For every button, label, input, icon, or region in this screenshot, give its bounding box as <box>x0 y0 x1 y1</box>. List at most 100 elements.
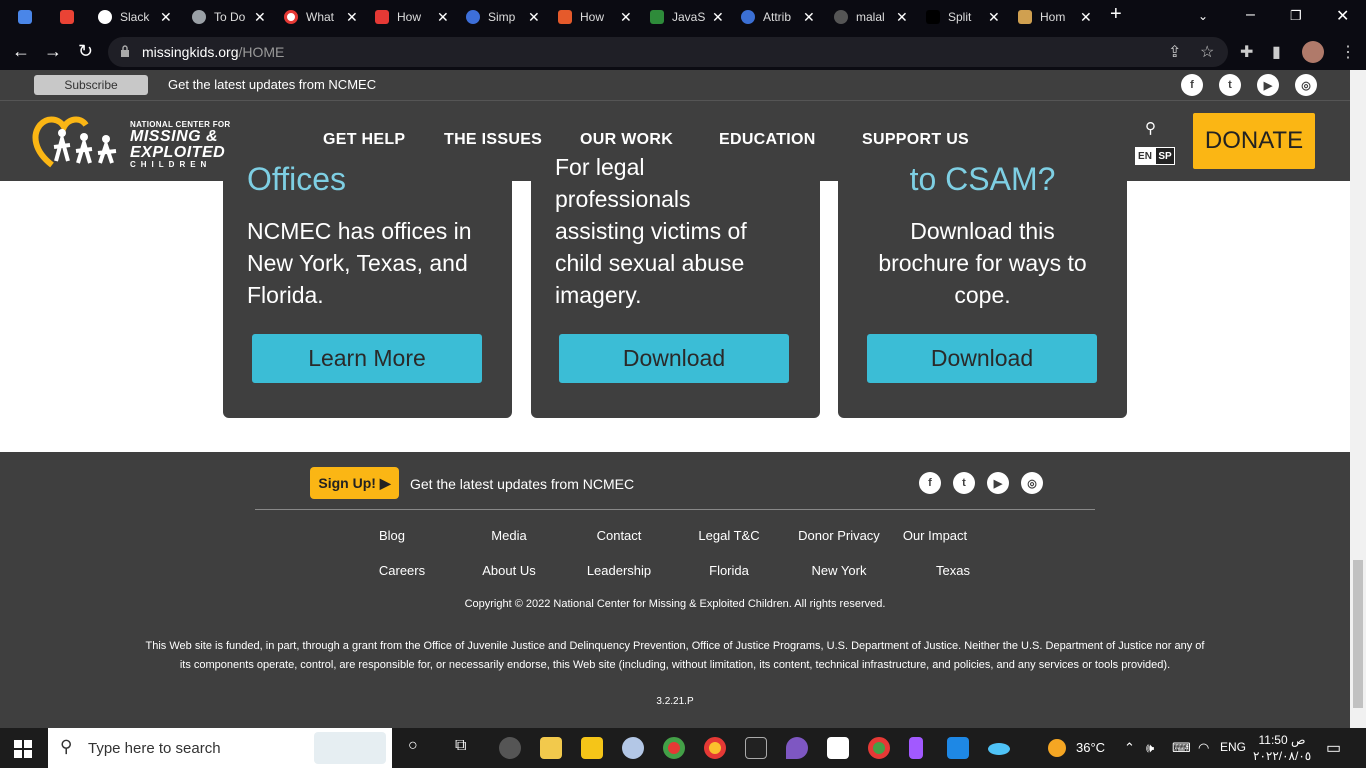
close-icon[interactable]: ✕ <box>160 9 172 26</box>
footer-link-our-impact[interactable]: Our Impact <box>885 528 985 543</box>
footer-link-new-york[interactable]: New York <box>789 563 889 578</box>
subscribe-button[interactable]: Subscribe <box>34 75 148 95</box>
nav-get-help[interactable]: GET HELP <box>323 131 405 149</box>
notifications-icon[interactable]: ▭ <box>1326 738 1341 758</box>
footer-link-blog[interactable]: Blog <box>342 528 442 543</box>
browser-tab[interactable]: JavaS ✕ <box>642 4 724 30</box>
donate-button[interactable]: DONATE <box>1193 113 1315 169</box>
footer-link-careers[interactable]: Careers <box>352 563 452 578</box>
twitter-icon[interactable]: t <box>1219 74 1241 96</box>
facebook-icon[interactable]: f <box>919 472 941 494</box>
drop-app-icon[interactable] <box>786 737 808 759</box>
browser-tab[interactable]: What ✕ <box>276 4 358 30</box>
learn-more-button[interactable]: Learn More <box>252 334 482 383</box>
search-icon[interactable]: ⚲ <box>1145 119 1156 137</box>
address-bar[interactable]: missingkids.org/HOME ⇪ ☆ <box>108 37 1228 67</box>
chrome-icon[interactable] <box>663 737 685 759</box>
extensions-icon[interactable]: ✚ <box>1240 42 1253 62</box>
weather-sun-icon[interactable] <box>1048 739 1066 757</box>
download-button[interactable]: Download <box>867 334 1097 383</box>
close-icon[interactable]: ✕ <box>528 9 540 26</box>
language-indicator[interactable]: ENG <box>1220 740 1246 754</box>
scrollbar-thumb[interactable] <box>1353 560 1363 708</box>
nav-support-us[interactable]: SUPPORT US <box>862 131 969 149</box>
new-tab-button[interactable]: + <box>1110 3 1122 26</box>
twitter-icon[interactable]: t <box>953 472 975 494</box>
file-explorer-icon[interactable] <box>540 737 562 759</box>
browser-tab[interactable]: malal ✕ <box>826 4 908 30</box>
notion-icon[interactable] <box>827 737 849 759</box>
footer-link-donor-privacy[interactable]: Donor Privacy <box>789 528 889 543</box>
nav-the-issues[interactable]: THE ISSUES <box>444 131 542 149</box>
close-icon[interactable]: ✕ <box>1080 9 1092 26</box>
footer-link-leadership[interactable]: Leadership <box>569 563 669 578</box>
windows-start-icon[interactable] <box>14 740 32 758</box>
cortana-icon[interactable]: ○ <box>408 737 418 755</box>
browser-tab[interactable] <box>10 4 40 30</box>
footer-link-media[interactable]: Media <box>459 528 559 543</box>
chrome-active-icon[interactable] <box>704 737 726 759</box>
back-icon[interactable]: ← <box>12 41 30 62</box>
browser-tab[interactable]: How ✕ <box>367 4 449 30</box>
keyboard-icon[interactable]: ⌨ <box>1172 740 1191 756</box>
close-icon[interactable]: ✕ <box>896 9 908 26</box>
paint-icon[interactable] <box>622 737 644 759</box>
weather-temp[interactable]: 36°C <box>1076 740 1105 755</box>
menu-icon[interactable]: ⋮ <box>1340 42 1356 62</box>
app-icon[interactable] <box>988 743 1010 755</box>
browser-tab[interactable]: Split ✕ <box>918 4 1000 30</box>
footer-link-contact[interactable]: Contact <box>569 528 669 543</box>
page-scrollbar[interactable] <box>1350 70 1366 728</box>
lang-sp-button[interactable]: SP <box>1155 147 1175 165</box>
figma-icon[interactable] <box>909 737 923 759</box>
vscode-icon[interactable] <box>947 737 969 759</box>
download-button[interactable]: Download <box>559 334 789 383</box>
close-icon[interactable]: ✕ <box>803 9 815 26</box>
browser-tab-active[interactable]: Hom ✕ <box>1010 4 1092 30</box>
browser-tab[interactable]: How ✕ <box>550 4 632 30</box>
close-icon[interactable]: ✕ <box>620 9 632 26</box>
ncmec-logo[interactable]: NATIONAL CENTER FOR MISSING & EXPLOITED … <box>32 113 237 171</box>
tab-search-icon[interactable]: ⌄ <box>1198 9 1208 23</box>
youtube-icon[interactable]: ▶ <box>1257 74 1279 96</box>
close-icon[interactable]: ✕ <box>346 9 358 26</box>
footer-link-texas[interactable]: Texas <box>903 563 1003 578</box>
sidepanel-icon[interactable]: ▮ <box>1272 42 1281 62</box>
browser-tab[interactable]: Attrib ✕ <box>733 4 815 30</box>
lang-en-button[interactable]: EN <box>1135 147 1155 165</box>
close-icon[interactable]: ✕ <box>437 9 449 26</box>
taskbar-search[interactable]: ⚲ Type here to search <box>48 728 392 768</box>
footer-link-legal[interactable]: Legal T&C <box>679 528 779 543</box>
nav-our-work[interactable]: OUR WORK <box>580 131 673 149</box>
profile-avatar[interactable] <box>1302 41 1324 63</box>
browser-tab[interactable]: Slack ✕ <box>90 4 172 30</box>
close-icon[interactable]: ✕ <box>254 9 266 26</box>
close-icon[interactable]: ✕ <box>712 9 724 26</box>
restore-icon[interactable]: ❐ <box>1290 8 1302 24</box>
minimize-icon[interactable]: – <box>1246 6 1255 24</box>
footer-link-florida[interactable]: Florida <box>679 563 779 578</box>
sticky-notes-icon[interactable] <box>581 737 603 759</box>
bookmark-star-icon[interactable]: ☆ <box>1200 42 1214 62</box>
browser-tab[interactable]: Simp ✕ <box>458 4 540 30</box>
tray-chevron-icon[interactable]: ⌃ <box>1124 740 1135 756</box>
youtube-icon[interactable]: ▶ <box>987 472 1009 494</box>
reload-icon[interactable]: ↻ <box>78 41 93 62</box>
instagram-icon[interactable]: ◎ <box>1021 472 1043 494</box>
facebook-icon[interactable]: f <box>1181 74 1203 96</box>
app-icon[interactable] <box>499 737 521 759</box>
browser-tab[interactable] <box>52 4 82 30</box>
task-view-icon[interactable]: ⧉ <box>455 737 466 755</box>
signup-button[interactable]: Sign Up! ▶ <box>310 467 399 499</box>
wifi-icon[interactable]: ◠ <box>1198 740 1209 756</box>
instagram-icon[interactable]: ◎ <box>1295 74 1317 96</box>
clock[interactable]: 11:50 ص ٢٠٢٢/٠٨/٠٥ <box>1253 732 1311 764</box>
volume-icon[interactable]: 🕪 <box>1146 740 1154 756</box>
close-window-icon[interactable]: ✕ <box>1336 6 1349 26</box>
forward-icon[interactable]: → <box>44 41 62 62</box>
footer-link-about-us[interactable]: About Us <box>459 563 559 578</box>
terminal-icon[interactable] <box>745 737 767 759</box>
browser-tab[interactable]: To Do ✕ <box>184 4 266 30</box>
chrome-profile-icon[interactable] <box>868 737 890 759</box>
close-icon[interactable]: ✕ <box>988 9 1000 26</box>
